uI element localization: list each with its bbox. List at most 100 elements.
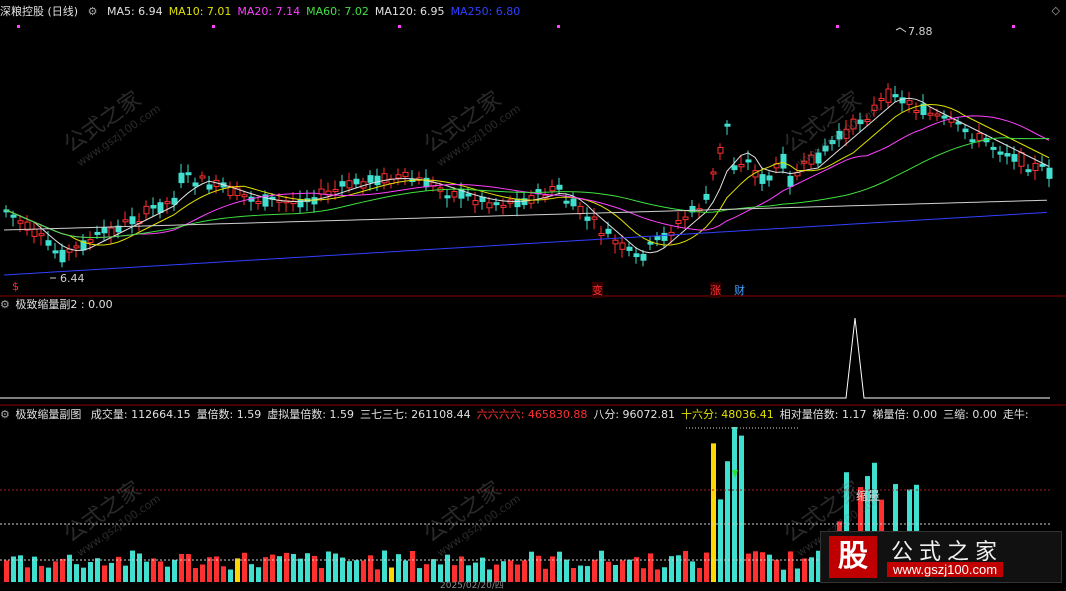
candle-body: [626, 246, 633, 251]
volume-bar: [676, 555, 681, 582]
volume-bar: [81, 567, 86, 582]
candle-body: [311, 197, 318, 205]
candle-body: [717, 146, 724, 154]
candle-body: [45, 240, 52, 246]
volume-bar: [305, 553, 310, 582]
volume-bar: [368, 555, 373, 582]
volume-stat-label: 成交量: 112664.15: [90, 408, 191, 421]
volume-bar: [39, 565, 44, 582]
marker-dollar: $: [12, 280, 19, 293]
volume-bar: [270, 554, 275, 582]
candle-body: [339, 181, 346, 187]
chart-title[interactable]: 深粮控股 (日线): [0, 5, 78, 18]
volume-stat-label: 三七三七: 261108.44: [359, 408, 471, 421]
candle-body: [241, 194, 248, 198]
candle-body: [185, 172, 192, 176]
volume-stat-label: 十六分: 48036.41: [681, 408, 774, 421]
volume-bar: [256, 567, 261, 582]
candle-body: [731, 165, 738, 171]
candle-body: [640, 253, 647, 261]
volume-bar: [522, 560, 527, 582]
volume-bar: [151, 558, 156, 582]
expand-icon[interactable]: ◇: [1052, 4, 1060, 17]
candle-body: [549, 185, 556, 192]
sub1-header: ⚙ 极致缩量副2 : 0.00: [0, 298, 119, 312]
volume-bar: [298, 558, 303, 582]
candle-body: [73, 245, 80, 249]
volume-bar: [74, 564, 79, 582]
volume-bar: [543, 568, 548, 582]
candle-body: [738, 163, 745, 168]
candle-body: [38, 233, 45, 237]
candle-body: [353, 178, 360, 185]
volume-stat-label: 八分: 96072.81: [593, 408, 676, 421]
volume-bar: [613, 565, 618, 582]
candle-body: [724, 123, 731, 127]
sub1-title[interactable]: 极致缩量副2: [15, 298, 77, 311]
volume-bar: [599, 550, 604, 582]
volume-bar: [774, 559, 779, 582]
candle-body: [780, 153, 787, 169]
candle-body: [367, 175, 374, 183]
volume-bar: [186, 554, 191, 582]
candle-body: [787, 175, 794, 187]
marker-cai: 财: [734, 284, 745, 297]
candle-body: [556, 184, 563, 190]
volume-bar: [704, 552, 709, 582]
volume-bar: [697, 567, 702, 582]
volume-bar: [718, 499, 723, 582]
volume-bar: [760, 552, 765, 582]
volume-bar: [753, 551, 758, 582]
volume-bar: [732, 427, 737, 582]
candle-body: [332, 189, 339, 193]
volume-bar: [683, 550, 688, 582]
volume-bar: [795, 568, 800, 582]
volume-bar: [403, 560, 408, 582]
candle-body: [927, 112, 934, 116]
candle-body: [612, 239, 619, 245]
volume-bar: [655, 569, 660, 582]
candle-body: [1004, 153, 1011, 157]
candle-body: [31, 228, 38, 237]
volume-bar: [410, 550, 415, 582]
candle-body: [178, 172, 185, 184]
candle-body: [633, 253, 640, 258]
candle-body: [969, 139, 976, 143]
candle-body: [1032, 162, 1039, 172]
candle-body: [500, 204, 507, 208]
volume-bar: [788, 551, 793, 582]
volume-bar: [340, 557, 345, 582]
sub2-title[interactable]: 极致缩量副图: [15, 408, 81, 421]
candle-body: [934, 113, 941, 117]
candle-body: [619, 242, 626, 250]
marker-zhang: 涨: [710, 282, 721, 298]
volume-bar: [172, 559, 177, 582]
volume-bar: [431, 559, 436, 582]
volume-bar: [809, 557, 814, 582]
volume-bar: [319, 568, 324, 582]
volume-bar: [284, 552, 289, 582]
volume-bar: [620, 560, 625, 582]
settings-icon[interactable]: ⚙: [88, 5, 98, 18]
volume-bar: [361, 560, 366, 582]
volume-stat-label: 六六六六: 465830.88: [476, 408, 588, 421]
candle-body: [157, 202, 164, 213]
sub2-header: ⚙ 极致缩量副图 成交量: 112664.15 量倍数: 1.59 虚拟量倍数: 1…: [0, 408, 1041, 422]
settings-icon[interactable]: ⚙: [0, 408, 10, 421]
ma-indicator-label: MA120: 6.95: [374, 5, 445, 18]
volume-bar: [158, 561, 163, 582]
volume-bar: [557, 551, 562, 582]
candle-body: [465, 193, 472, 197]
volume-bar: [333, 553, 338, 582]
volume-bar: [291, 554, 296, 582]
settings-icon[interactable]: ⚙: [0, 298, 10, 311]
candle-body: [913, 109, 920, 113]
candle-body: [885, 88, 892, 103]
ma20-line: [5, 115, 1050, 239]
moving-average-lines: [3, 97, 1050, 276]
candle-body: [766, 175, 773, 181]
volume-bar: [711, 443, 716, 582]
volume-bar: [221, 566, 226, 582]
volume-bar: [88, 562, 93, 582]
volume-bar: [326, 551, 331, 582]
